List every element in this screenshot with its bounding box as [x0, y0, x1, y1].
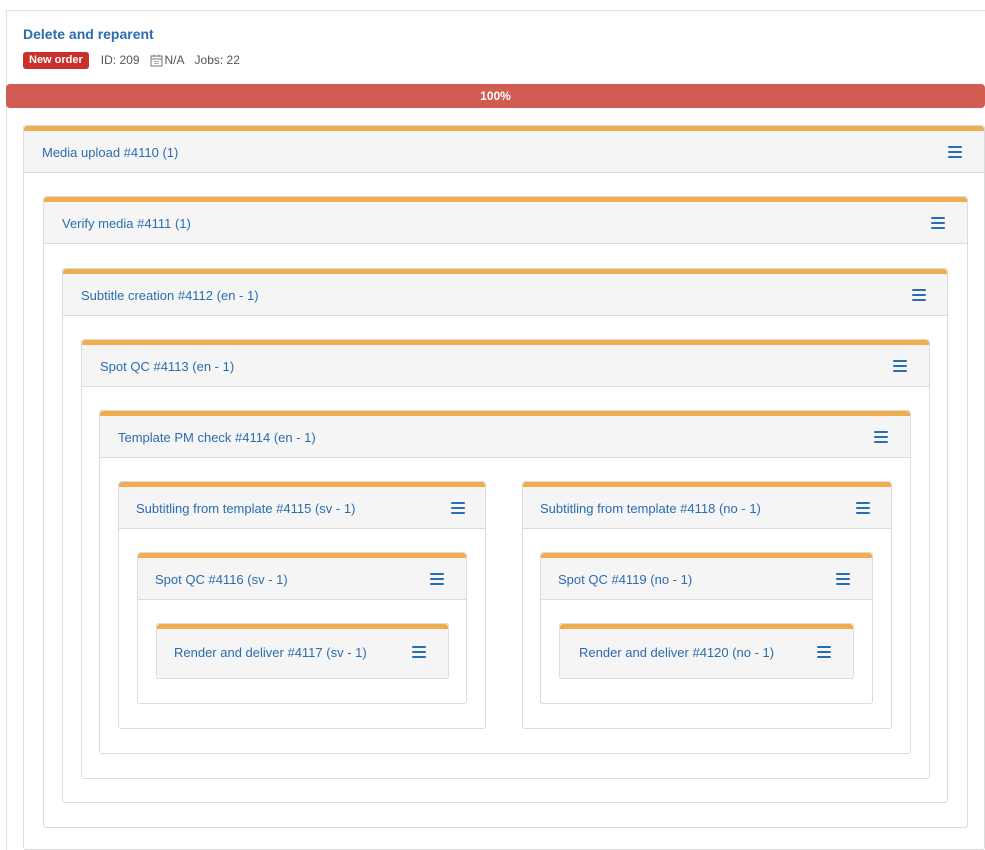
task-header-4120: Render and deliver #4120 (no - 1): [560, 624, 853, 679]
task-header-4115: Subtitling from template #4115 (sv - 1): [119, 482, 485, 529]
task-header-4112: Subtitle creation #4112 (en - 1): [63, 269, 947, 316]
order-date: N/A: [150, 53, 185, 67]
task-title-4114[interactable]: Template PM check #4114 (en - 1): [118, 430, 316, 445]
progress-bar: 100%: [6, 84, 985, 108]
task-title-4113[interactable]: Spot QC #4113 (en - 1): [100, 359, 234, 374]
task-header-4110: Media upload #4110 (1): [24, 126, 984, 173]
menu-icon[interactable]: [948, 146, 962, 158]
task-title-4111[interactable]: Verify media #4111 (1): [62, 216, 191, 231]
calendar-icon: [150, 54, 162, 66]
menu-icon[interactable]: [430, 573, 444, 585]
task-card-4120: Render and deliver #4120 (no - 1): [559, 623, 854, 679]
menu-icon[interactable]: [412, 646, 426, 658]
menu-icon[interactable]: [893, 360, 907, 372]
order-date-value: N/A: [164, 53, 185, 67]
menu-icon[interactable]: [931, 217, 945, 229]
task-header-4111: Verify media #4111 (1): [44, 197, 967, 244]
task-header-4119: Spot QC #4119 (no - 1): [541, 553, 872, 600]
progress-label: 100%: [480, 89, 511, 103]
task-title-4112[interactable]: Subtitle creation #4112 (en - 1): [81, 288, 259, 303]
order-jobs: Jobs: 22: [194, 53, 240, 67]
status-badge: New order: [23, 51, 89, 69]
task-header-4113: Spot QC #4113 (en - 1): [82, 340, 929, 387]
order-id: ID: 209: [100, 53, 140, 67]
menu-icon[interactable]: [874, 431, 888, 443]
task-header-4116: Spot QC #4116 (sv - 1): [138, 553, 466, 600]
order-title[interactable]: Delete and reparent: [23, 26, 154, 42]
task-title-4115[interactable]: Subtitling from template #4115 (sv - 1): [136, 501, 355, 516]
progress-fill: 100%: [6, 84, 985, 108]
order-meta: New order ID: 209 N/A Jobs: 22: [23, 51, 250, 69]
task-title-4119[interactable]: Spot QC #4119 (no - 1): [558, 572, 692, 587]
task-title-4110[interactable]: Media upload #4110 (1): [42, 145, 178, 160]
task-header-4118: Subtitling from template #4118 (no - 1): [523, 482, 891, 529]
menu-icon[interactable]: [451, 502, 465, 514]
task-card-4117: Render and deliver #4117 (sv - 1): [156, 623, 449, 679]
task-title-4120[interactable]: Render and deliver #4120 (no - 1): [579, 645, 774, 660]
menu-icon[interactable]: [817, 646, 831, 658]
task-title-4116[interactable]: Spot QC #4116 (sv - 1): [155, 572, 288, 587]
task-header-4114: Template PM check #4114 (en - 1): [100, 411, 910, 458]
menu-icon[interactable]: [856, 502, 870, 514]
task-header-4117: Render and deliver #4117 (sv - 1): [157, 624, 448, 679]
menu-icon[interactable]: [912, 289, 926, 301]
task-title-4117[interactable]: Render and deliver #4117 (sv - 1): [174, 645, 367, 660]
task-title-4118[interactable]: Subtitling from template #4118 (no - 1): [540, 501, 761, 516]
menu-icon[interactable]: [836, 573, 850, 585]
